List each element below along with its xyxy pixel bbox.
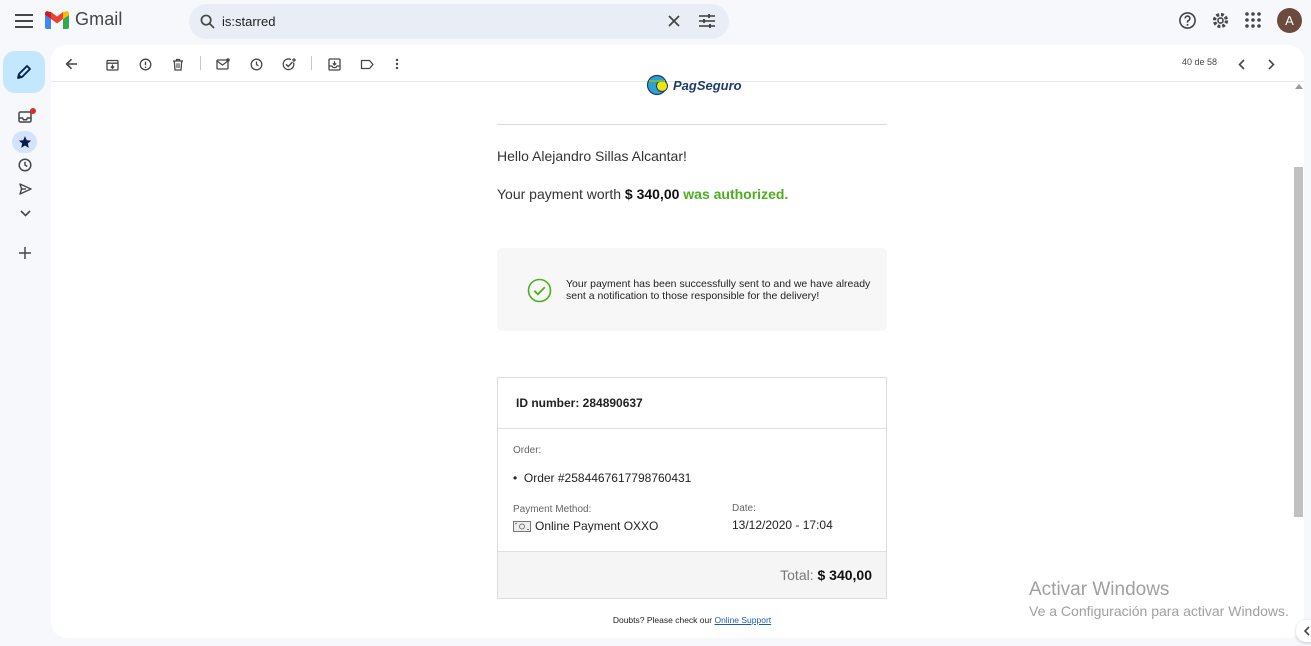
account-avatar[interactable]: A xyxy=(1277,8,1302,33)
order-number: Order #2584467617798760431 xyxy=(523,471,692,485)
pagseguro-logo: PagSeguro xyxy=(647,74,742,96)
footer-text: Doubts? Please check our xyxy=(612,615,713,625)
transaction-card: ID number: 284890637 Order: • Order #258… xyxy=(497,377,887,599)
search-bar xyxy=(189,4,729,39)
help-icon[interactable] xyxy=(1178,11,1197,30)
send-icon xyxy=(18,183,32,195)
google-apps-icon[interactable] xyxy=(1244,11,1262,29)
online-support-link[interactable]: Online Support xyxy=(714,615,771,625)
rail-snoozed[interactable] xyxy=(13,154,37,176)
payment-amount: $ 340,00 xyxy=(624,186,680,202)
total-amount: $ 340,00 xyxy=(817,567,873,583)
chevron-down-icon xyxy=(19,209,31,217)
scroll-up-arrow-icon[interactable] xyxy=(1295,84,1303,89)
rail-more[interactable] xyxy=(13,202,37,224)
archive-icon[interactable] xyxy=(102,54,122,74)
clear-search-icon[interactable] xyxy=(667,14,681,28)
toolbar-divider xyxy=(200,56,201,70)
move-to-icon[interactable] xyxy=(324,54,344,74)
unread-badge xyxy=(30,108,36,114)
compose-button[interactable] xyxy=(3,51,45,93)
notice-text: Your payment has been successfully sent … xyxy=(566,278,871,302)
more-options-icon[interactable] xyxy=(387,54,407,74)
side-panel-toggle[interactable] xyxy=(1296,620,1311,642)
search-icon[interactable] xyxy=(200,14,215,29)
rail-starred[interactable] xyxy=(13,131,37,153)
plus-icon xyxy=(19,247,31,259)
activation-watermark-subtitle: Ve a Configuración para activar Windows. xyxy=(1029,603,1289,619)
payment-prefix: Your payment worth xyxy=(497,186,621,202)
total-label: Total: xyxy=(780,567,814,583)
cash-icon xyxy=(513,520,531,532)
report-spam-icon[interactable] xyxy=(135,54,155,74)
gmail-m-icon xyxy=(45,10,69,29)
order-label: Order: xyxy=(513,445,542,456)
label-tag-icon[interactable] xyxy=(357,54,377,74)
support-footer: Doubts? Please check our Online Support xyxy=(497,615,887,625)
payment-method-value: Online Payment OXXO xyxy=(535,519,659,533)
toolbar-divider xyxy=(311,56,312,70)
settings-gear-icon[interactable] xyxy=(1211,11,1230,30)
transaction-id: ID number: 284890637 xyxy=(516,396,643,410)
older-chevron-right-icon[interactable] xyxy=(1261,54,1281,74)
total-row: Total: $ 340,00 xyxy=(498,551,886,598)
mark-unread-icon[interactable] xyxy=(213,54,233,74)
search-options-icon[interactable] xyxy=(699,14,715,28)
scrollbar-thumb[interactable] xyxy=(1294,167,1303,517)
search-input[interactable] xyxy=(222,4,642,39)
rail-sent[interactable] xyxy=(13,178,37,200)
gmail-logo[interactable]: Gmail xyxy=(45,9,123,30)
back-arrow-icon[interactable] xyxy=(61,54,81,74)
pencil-icon xyxy=(17,65,31,79)
menu-icon xyxy=(15,14,33,28)
payment-status: was authorized. xyxy=(683,186,789,202)
success-notice: Your payment has been successfully sent … xyxy=(497,248,887,331)
greeting: Hello Alejandro Sillas Alcantar! xyxy=(497,148,687,164)
activation-watermark-title: Activar Windows xyxy=(1029,579,1170,600)
payment-method-label: Payment Method: xyxy=(513,504,592,515)
divider xyxy=(498,428,886,429)
pagination-count: 40 de 58 xyxy=(1182,57,1218,67)
payment-method: Online Payment OXXO xyxy=(513,519,658,533)
newer-chevron-left-icon[interactable] xyxy=(1231,54,1251,74)
snooze-clock-icon[interactable] xyxy=(246,54,266,74)
divider xyxy=(497,124,887,125)
rail-create-label[interactable] xyxy=(13,242,37,264)
delete-trash-icon[interactable] xyxy=(168,54,188,74)
message-panel: 40 de 58 PagSeguro Hello Alejandro Silla… xyxy=(51,45,1304,638)
chevron-left-icon xyxy=(1303,626,1310,636)
payment-summary: Your payment worth $ 340,00 was authoriz… xyxy=(497,186,788,202)
app-name: Gmail xyxy=(75,9,123,29)
check-circle-icon xyxy=(527,278,552,303)
order-item: • Order #2584467617798760431 xyxy=(513,471,692,485)
date-value: 13/12/2020 - 17:04 xyxy=(732,518,833,532)
date-label: Date: xyxy=(732,503,756,514)
star-icon xyxy=(18,136,32,148)
brand-name: PagSeguro xyxy=(673,77,742,93)
clock-icon xyxy=(18,158,32,172)
main-menu-button[interactable] xyxy=(12,9,36,33)
total: Total: $ 340,00 xyxy=(780,567,872,583)
add-to-tasks-icon[interactable] xyxy=(279,54,299,74)
pagseguro-logo-icon xyxy=(647,74,668,96)
